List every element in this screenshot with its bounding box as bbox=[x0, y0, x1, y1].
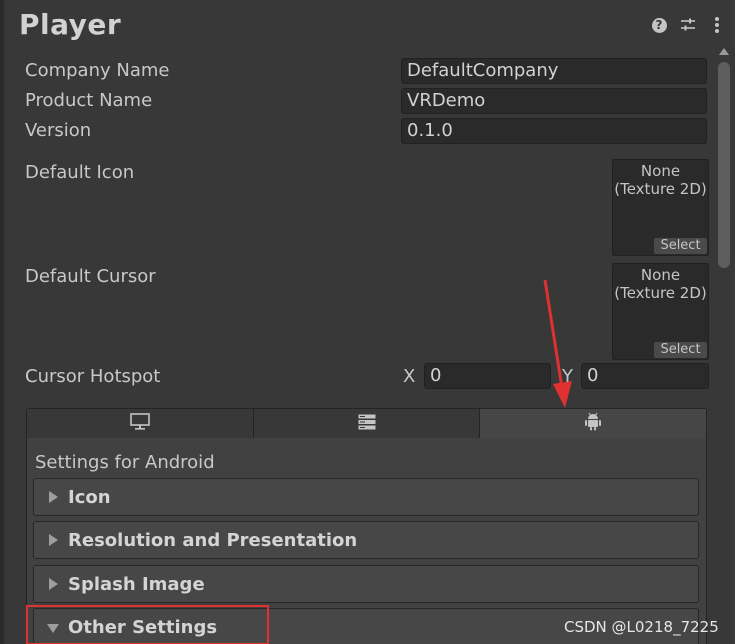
company-name-label: Company Name bbox=[25, 60, 170, 81]
settings-for-heading: Settings for Android bbox=[35, 452, 215, 473]
chevron-right-icon bbox=[49, 578, 58, 590]
help-glyph: ? bbox=[651, 17, 667, 33]
annotation-highlight-box bbox=[26, 605, 269, 644]
texture-none-text: None bbox=[640, 266, 681, 284]
scrollbar-thumb[interactable] bbox=[718, 62, 730, 268]
platform-tabs bbox=[26, 408, 707, 439]
foldout-splash-image[interactable]: Splash Image bbox=[33, 565, 699, 603]
presets-icon[interactable] bbox=[679, 16, 697, 34]
foldout-label: Resolution and Presentation bbox=[68, 530, 358, 551]
foldout-icon[interactable]: Icon bbox=[33, 478, 699, 516]
texture-type-text: (Texture 2D) bbox=[614, 180, 707, 198]
foldout-label: Icon bbox=[68, 487, 111, 508]
default-cursor-select-button[interactable]: Select bbox=[654, 342, 707, 358]
server-icon bbox=[358, 414, 376, 434]
foldout-label: Splash Image bbox=[68, 574, 205, 595]
hotspot-y-field[interactable]: 0 bbox=[581, 363, 709, 389]
tab-server[interactable] bbox=[253, 409, 481, 438]
company-name-field[interactable]: DefaultCompany bbox=[401, 58, 707, 84]
texture-none-text: None bbox=[640, 162, 681, 180]
window-edge bbox=[0, 0, 4, 644]
texture-placeholder: None (Texture 2D) bbox=[613, 162, 708, 198]
hotspot-x-label: X bbox=[403, 366, 416, 387]
default-icon-texture-field[interactable]: None (Texture 2D) Select bbox=[612, 159, 709, 256]
version-label: Version bbox=[25, 120, 92, 141]
annotation-arrow-icon bbox=[540, 278, 576, 414]
default-cursor-texture-field[interactable]: None (Texture 2D) Select bbox=[612, 263, 709, 360]
tab-android[interactable] bbox=[480, 409, 707, 438]
watermark-text: CSDN @L0218_7225 bbox=[564, 618, 719, 636]
texture-placeholder: None (Texture 2D) bbox=[613, 266, 708, 302]
default-cursor-label: Default Cursor bbox=[25, 266, 156, 287]
foldout-resolution-and-presentation[interactable]: Resolution and Presentation bbox=[33, 521, 699, 559]
version-field[interactable]: 0.1.0 bbox=[401, 118, 707, 144]
scroll-up-arrow-icon[interactable] bbox=[719, 48, 729, 55]
default-icon-label: Default Icon bbox=[25, 162, 135, 183]
page-title: Player bbox=[19, 8, 122, 41]
hotspot-x-field[interactable]: 0 bbox=[424, 363, 551, 389]
more-options-icon[interactable] bbox=[708, 16, 726, 34]
android-icon bbox=[584, 412, 602, 435]
player-settings-window: Player ? Company Name DefaultCompany Pro… bbox=[0, 0, 735, 644]
help-icon[interactable]: ? bbox=[650, 16, 668, 34]
default-icon-select-button[interactable]: Select bbox=[654, 238, 707, 254]
cursor-hotspot-label: Cursor Hotspot bbox=[25, 366, 161, 387]
product-name-label: Product Name bbox=[25, 90, 153, 111]
product-name-field[interactable]: VRDemo bbox=[401, 88, 707, 114]
tab-standalone[interactable] bbox=[27, 409, 254, 438]
chevron-right-icon bbox=[49, 491, 58, 503]
chevron-right-icon bbox=[49, 534, 58, 546]
texture-type-text: (Texture 2D) bbox=[614, 284, 707, 302]
monitor-icon bbox=[130, 413, 150, 434]
